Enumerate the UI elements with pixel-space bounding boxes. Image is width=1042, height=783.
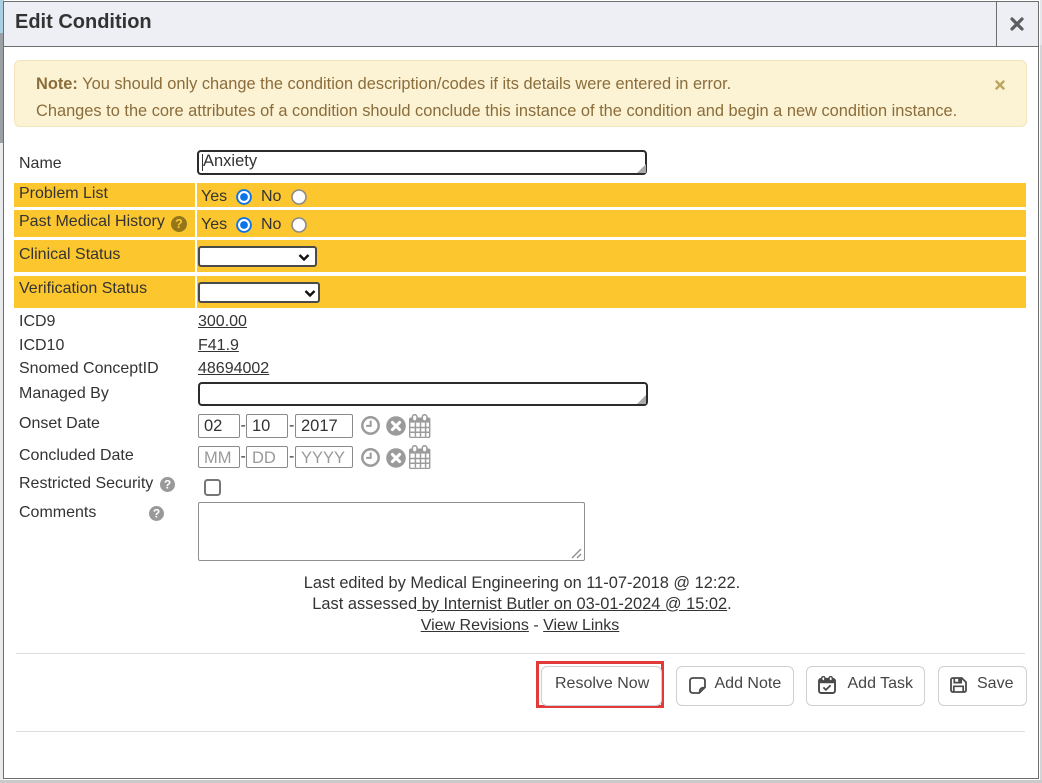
svg-text:?: ? <box>153 507 160 521</box>
svg-text:?: ? <box>175 217 183 231</box>
svg-text:?: ? <box>163 478 170 492</box>
